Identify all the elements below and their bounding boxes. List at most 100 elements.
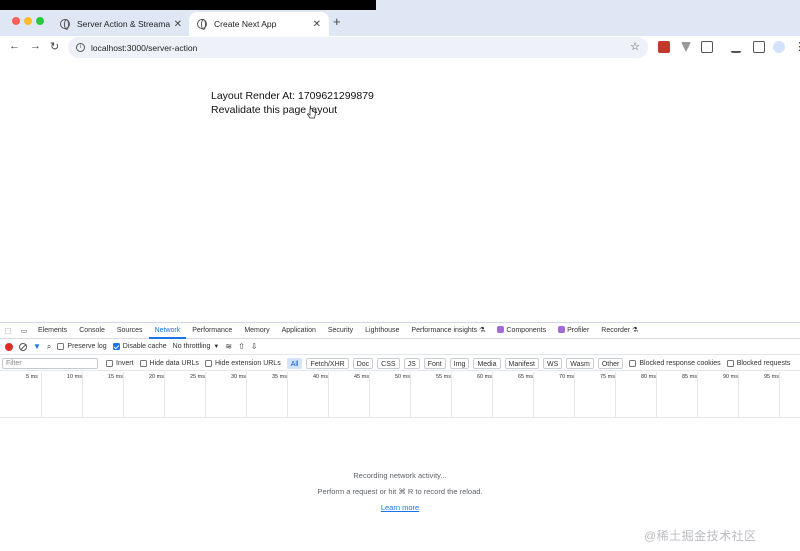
timeline-gridline [369, 372, 370, 417]
checkbox-box-checked [112, 343, 120, 350]
tab-components[interactable]: Components [491, 323, 552, 339]
network-conditions-icon[interactable]: ≋ [225, 342, 232, 351]
extensions-icon[interactable] [701, 41, 713, 53]
blocked-requests-checkbox[interactable]: Blocked requests [726, 359, 791, 367]
tab-application[interactable]: Application [276, 323, 322, 339]
import-har-icon[interactable]: ⇧ [238, 342, 245, 351]
tab-create-next-app[interactable]: Create Next App ✕ [189, 12, 329, 36]
extension-vue-icon[interactable] [681, 42, 691, 52]
tab-performance-insights[interactable]: Performance insights ⚗ [405, 323, 491, 339]
timeline-gridline [205, 372, 206, 417]
back-arrow-icon[interactable]: ← [9, 40, 20, 52]
hide-extension-urls-checkbox[interactable]: Hide extension URLs [204, 359, 281, 367]
filter-funnel-icon[interactable]: ▼ [33, 342, 41, 351]
timeline-gridline [41, 372, 42, 417]
learn-more-link[interactable]: Learn more [381, 503, 419, 512]
filter-type-manifest[interactable]: Manifest [504, 357, 539, 369]
watermark: @稀土掘金技术社区 [644, 529, 757, 543]
timeline-tick-label: 50 ms [395, 374, 410, 380]
device-toolbar-icon[interactable]: ▭ [16, 327, 32, 335]
record-button[interactable] [5, 342, 13, 351]
timeline-tick-label: 45 ms [354, 374, 369, 380]
menu-icon[interactable]: ⋮ [794, 40, 800, 53]
blocked-requests-label: Blocked requests [736, 359, 791, 367]
timeline-tick-label: 5 ms [26, 374, 38, 380]
filter-type-img[interactable]: Img [449, 357, 470, 369]
blocked-response-cookies-checkbox[interactable]: Blocked response cookies [629, 359, 721, 367]
timeline-gridline [656, 372, 657, 417]
tab-memory[interactable]: Memory [238, 323, 275, 339]
tab-profiler[interactable]: Profiler [552, 323, 595, 339]
tab-elements[interactable]: Elements [32, 323, 73, 339]
tab-lighthouse[interactable]: Lighthouse [359, 323, 405, 339]
inspect-element-icon[interactable]: ⬚ [0, 327, 16, 335]
timeline-tick-label: 85 ms [682, 374, 697, 380]
throttling-value: No throttling [172, 343, 211, 350]
hide-data-urls-label: Hide data URLs [149, 359, 199, 367]
filter-type-js[interactable]: JS [403, 357, 420, 369]
filter-type-doc[interactable]: Doc [352, 357, 374, 369]
site-info-icon[interactable]: i [76, 43, 85, 52]
checkbox-box [139, 359, 147, 367]
devtools-panel: ⬚ ▭ Elements Console Sources Network Per… [0, 322, 800, 551]
react-devtools-icon [497, 325, 505, 333]
tab-console[interactable]: Console [73, 323, 111, 339]
filter-type-other[interactable]: Other [597, 357, 624, 369]
filter-type-font[interactable]: Font [423, 357, 446, 369]
tab-sources[interactable]: Sources [111, 323, 149, 339]
extension-red-icon[interactable] [658, 41, 670, 53]
filter-type-ws[interactable]: WS [542, 357, 563, 369]
filter-type-all[interactable]: All [286, 357, 303, 369]
filter-type-media[interactable]: Media [473, 357, 501, 369]
timeline-tick-label: 80 ms [641, 374, 656, 380]
address-bar[interactable]: i localhost:3000/server-action ☆ [68, 37, 648, 58]
tab-recorder[interactable]: Recorder ⚗ [595, 323, 644, 339]
timeline-gridline [287, 372, 288, 417]
layout-render-time: Layout Render At: 1709621299879 [211, 90, 374, 102]
disable-cache-checkbox[interactable]: Disable cache [112, 343, 167, 350]
network-overview-timeline[interactable]: 5 ms 10 ms 15 ms 20 ms 25 ms 30 ms 35 ms 40 ms 4… [0, 372, 800, 418]
filter-type-wasm[interactable]: Wasm [566, 357, 594, 369]
profile-icon[interactable] [773, 41, 785, 53]
tab-security[interactable]: Security [322, 323, 359, 339]
new-tab-button[interactable]: + [333, 14, 341, 29]
throttling-select[interactable]: No throttling ▼ [173, 343, 220, 350]
side-panel-icon[interactable] [753, 41, 765, 53]
clear-icon[interactable] [19, 342, 27, 351]
timeline-tick-label: 10 ms [67, 374, 82, 380]
timeline-tick-label: 15 ms [108, 374, 123, 380]
preserve-log-checkbox[interactable]: Preserve log [57, 343, 107, 350]
browser-titlebar: Server Action & Streamable U ✕ Create Ne… [0, 0, 800, 36]
timeline-tick-label: 30 ms [231, 374, 246, 380]
record-hint: Perform a request or hit ⌘ R to record t… [317, 487, 483, 496]
tab-close-icon[interactable]: ✕ [313, 19, 321, 30]
bookmark-star-icon[interactable]: ☆ [630, 40, 640, 53]
forward-arrow-icon[interactable]: → [30, 40, 41, 52]
timeline-tick-label: 60 ms [477, 374, 492, 380]
labs-icon[interactable] [731, 41, 741, 53]
tab-profiler-label: Profiler [567, 326, 590, 334]
tab-server-action[interactable]: Server Action & Streamable U ✕ [52, 12, 190, 36]
timeline-tick-label: 55 ms [436, 374, 451, 380]
tab-network[interactable]: Network [148, 323, 187, 339]
invert-checkbox[interactable]: Invert [106, 359, 134, 367]
filter-input[interactable]: Filter [2, 357, 98, 369]
revalidate-layout-link[interactable]: Revalidate this page layout [211, 104, 337, 116]
window-close-button[interactable] [12, 17, 20, 25]
window-zoom-button[interactable] [36, 17, 44, 25]
tab-close-icon[interactable]: ✕ [174, 19, 182, 30]
search-icon[interactable]: ⌕ [47, 342, 51, 352]
filter-type-css[interactable]: CSS [377, 357, 400, 369]
timeline-tick-label: 40 ms [313, 374, 328, 380]
recording-message: Recording network activity... [353, 471, 447, 480]
chevron-down-icon: ▼ [213, 344, 220, 350]
reload-icon[interactable]: ↻ [50, 40, 59, 53]
export-har-icon[interactable]: ⇩ [251, 342, 258, 351]
filter-type-fetch-xhr[interactable]: Fetch/XHR [306, 357, 349, 369]
window-minimize-button[interactable] [24, 17, 32, 25]
hide-data-urls-checkbox[interactable]: Hide data URLs [139, 359, 199, 367]
timeline-tick-label: 35 ms [272, 374, 287, 380]
tab-title: Server Action & Streamable U [77, 19, 170, 29]
tab-performance[interactable]: Performance [186, 323, 238, 339]
hide-extension-urls-label: Hide extension URLs [214, 359, 281, 367]
